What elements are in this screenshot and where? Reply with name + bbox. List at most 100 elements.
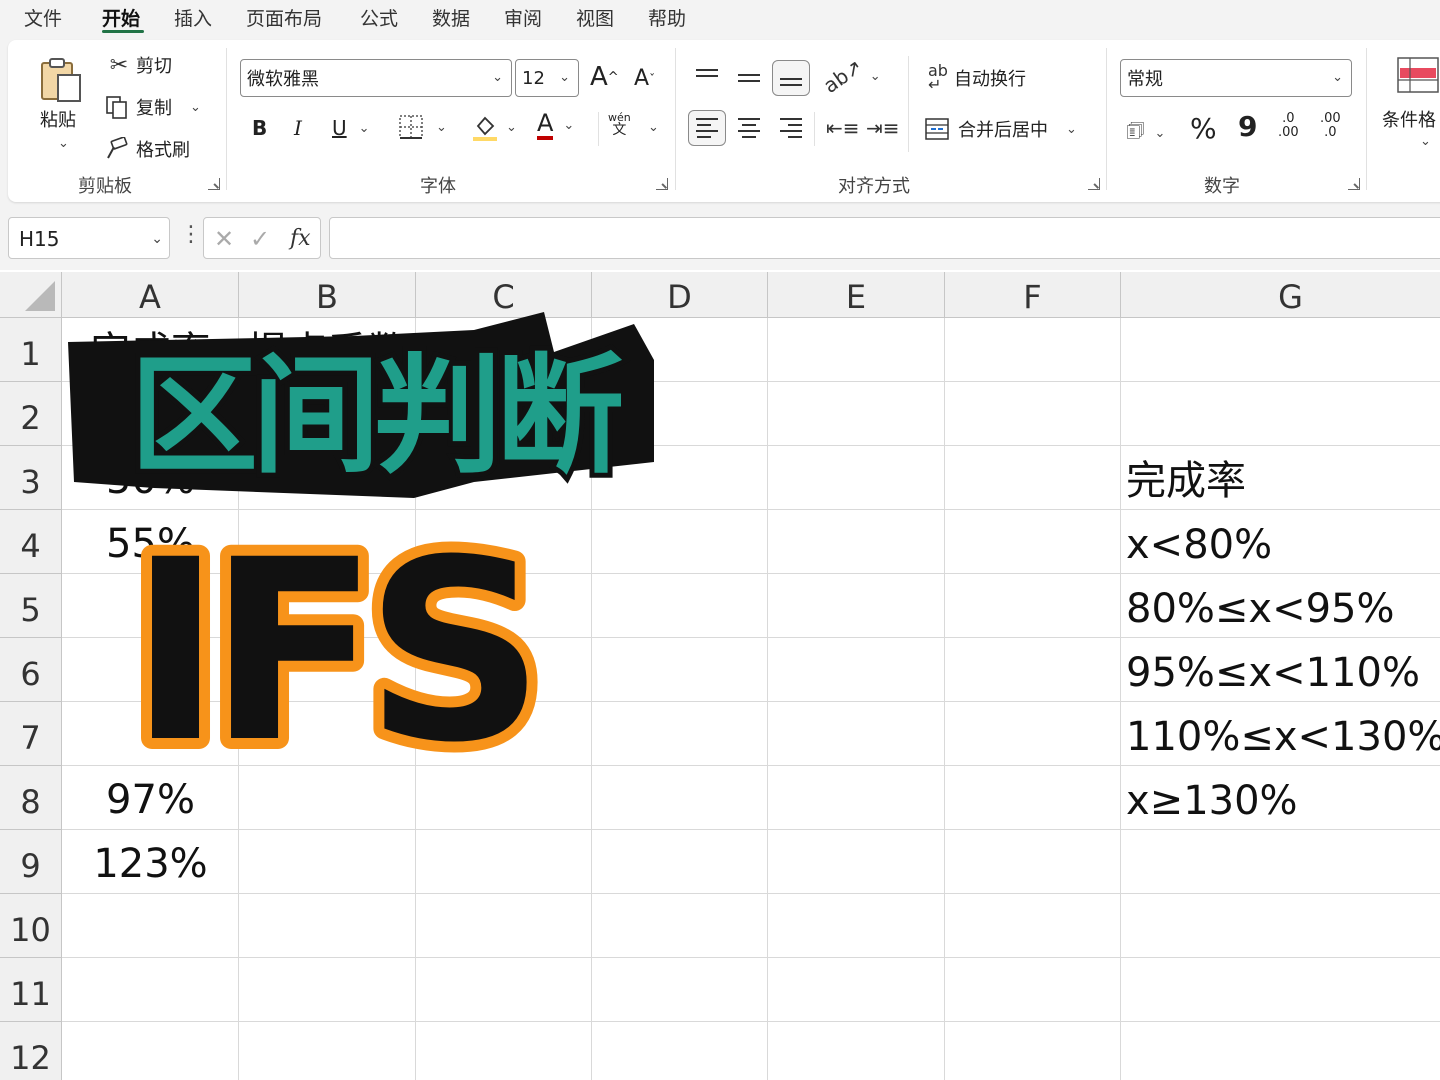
cell-a9[interactable]: 123%	[62, 830, 239, 894]
row-header-9[interactable]: 9	[0, 830, 62, 894]
align-middle-button[interactable]	[730, 60, 768, 96]
menu-review[interactable]: 审阅	[504, 4, 542, 31]
borders-button[interactable]: ⌄	[398, 114, 447, 140]
align-center-button[interactable]	[730, 110, 768, 146]
font-color-button[interactable]: A ⌄	[537, 110, 574, 140]
cell-g6[interactable]: 95%≤x<110%	[1126, 638, 1420, 702]
grow-font-button[interactable]: A ^	[590, 62, 619, 92]
cell-g8[interactable]: x≥130%	[1126, 766, 1298, 830]
chevron-down-icon: ⌄	[492, 70, 503, 85]
font-size-select[interactable]: 12 ⌄	[515, 59, 579, 97]
merge-center-button[interactable]: 合并后居中 ⌄	[924, 116, 1077, 142]
insert-function-button[interactable]: fx	[290, 226, 311, 251]
align-bottom-button[interactable]	[772, 60, 810, 96]
increase-decimal-button[interactable]: .0 .00	[1278, 112, 1299, 140]
menu-insert[interactable]: 插入	[174, 4, 212, 31]
font-launcher-icon[interactable]	[656, 178, 668, 190]
cancel-icon[interactable]: ✕	[214, 225, 234, 253]
increase-indent-button[interactable]: ⇥≡	[866, 116, 900, 140]
chevron-down-icon[interactable]: ⌄	[436, 120, 447, 135]
name-box[interactable]: H15 ⌄	[8, 217, 170, 259]
menu-formulas[interactable]: 公式	[360, 4, 398, 31]
copy-dropdown-icon[interactable]: ⌄	[190, 100, 201, 115]
select-all-button[interactable]	[0, 272, 62, 318]
row-header-1[interactable]: 1	[0, 318, 62, 382]
font-family-select[interactable]: 微软雅黑 ⌄	[240, 59, 512, 97]
align-top-button[interactable]	[688, 58, 726, 94]
group-separator	[908, 56, 909, 152]
chevron-down-icon[interactable]: ⌄	[563, 118, 574, 133]
percent-style-button[interactable]: %	[1190, 112, 1217, 145]
chevron-down-icon: ⌄	[1332, 70, 1343, 85]
wrap-text-button[interactable]: ab ↵ 自动换行	[928, 63, 1026, 93]
formula-buttons: ✕ ✓ fx	[203, 217, 321, 259]
chevron-down-icon[interactable]: ⌄	[1420, 134, 1431, 149]
bold-button[interactable]: B	[252, 116, 267, 140]
menu-file[interactable]: 文件	[24, 4, 62, 31]
alignment-launcher-icon[interactable]	[1088, 178, 1100, 190]
fill-color-button[interactable]: ⌄	[470, 112, 517, 142]
paste-label[interactable]: 粘贴	[40, 106, 76, 132]
clipboard-launcher-icon[interactable]	[208, 178, 220, 190]
more-options-icon[interactable]: ⋮	[180, 222, 202, 247]
menu-data[interactable]: 数据	[432, 4, 470, 31]
menu-help[interactable]: 帮助	[648, 4, 686, 31]
align-left-button[interactable]	[688, 110, 726, 146]
number-format-select[interactable]: 常规 ⌄	[1120, 59, 1352, 97]
menu-view[interactable]: 视图	[576, 4, 614, 31]
chevron-down-icon[interactable]: ⌄	[506, 120, 517, 135]
clipboard-group-label: 剪贴板	[78, 176, 132, 197]
confirm-icon[interactable]: ✓	[250, 225, 270, 253]
group-separator	[675, 48, 676, 190]
font-group-label: 字体	[420, 176, 456, 197]
comma-style-button[interactable]: 9	[1238, 110, 1257, 143]
paste-button[interactable]	[36, 54, 88, 106]
decrease-indent-button[interactable]: ⇤≡	[826, 116, 860, 140]
column-header-g[interactable]: G	[1121, 272, 1440, 318]
row-header-10[interactable]: 10	[0, 894, 62, 958]
chevron-down-icon[interactable]: ⌄	[1066, 122, 1077, 137]
decrease-decimal-button[interactable]: .00 .0	[1320, 112, 1341, 140]
shrink-font-button[interactable]: Aˇ	[634, 66, 655, 91]
conditional-formatting-label[interactable]: 条件格	[1382, 106, 1436, 132]
gridline	[767, 318, 768, 1080]
underline-button[interactable]: U ⌄	[332, 116, 370, 140]
formula-input[interactable]	[329, 217, 1440, 259]
row-header-12[interactable]: 12	[0, 1022, 62, 1080]
accounting-icon: 🗊	[1126, 118, 1145, 142]
cell-g7[interactable]: 110%≤x<130%	[1126, 702, 1440, 766]
orientation-button[interactable]: ab↗ ⌄	[819, 54, 881, 98]
italic-button[interactable]: I	[294, 116, 302, 140]
accounting-format-button[interactable]: 🗊 ⌄	[1126, 116, 1165, 150]
chevron-down-icon[interactable]: ⌄	[1155, 126, 1166, 141]
menu-home[interactable]: 开始	[102, 4, 140, 31]
chevron-down-icon[interactable]: ⌄	[870, 69, 881, 84]
decrease-decimal-top: .00	[1320, 111, 1341, 126]
chevron-down-icon[interactable]: ⌄	[359, 121, 370, 136]
chevron-down-icon[interactable]: ⌄	[648, 120, 659, 135]
row-header-3[interactable]: 3	[0, 446, 62, 510]
gridline	[62, 893, 1440, 894]
cut-button[interactable]: ✂ 剪切	[106, 52, 172, 78]
group-separator	[226, 48, 227, 190]
copy-button[interactable]: 复制 ⌄	[104, 94, 201, 120]
gridline	[62, 1021, 1440, 1022]
cell-g4[interactable]: x<80%	[1126, 510, 1272, 574]
column-header-e[interactable]: E	[768, 272, 945, 318]
font-size-value: 12	[522, 67, 545, 89]
column-header-f[interactable]: F	[945, 272, 1121, 318]
format-painter-button[interactable]: 格式刷	[104, 136, 190, 162]
phonetic-button[interactable]: wén 文	[608, 112, 631, 138]
align-right-button[interactable]	[772, 110, 810, 146]
paste-dropdown-icon[interactable]: ⌄	[58, 136, 69, 151]
cell-g3[interactable]: 完成率	[1126, 446, 1246, 510]
row-header-11[interactable]: 11	[0, 958, 62, 1022]
menu-page-layout[interactable]: 页面布局	[246, 4, 322, 31]
cut-label: 剪切	[136, 56, 172, 77]
chevron-down-icon[interactable]: ⌄	[151, 231, 163, 247]
group-separator	[814, 112, 815, 146]
conditional-formatting-button[interactable]	[1396, 56, 1440, 96]
row-header-2[interactable]: 2	[0, 382, 62, 446]
cell-g5[interactable]: 80%≤x<95%	[1126, 574, 1395, 638]
number-launcher-icon[interactable]	[1348, 178, 1360, 190]
